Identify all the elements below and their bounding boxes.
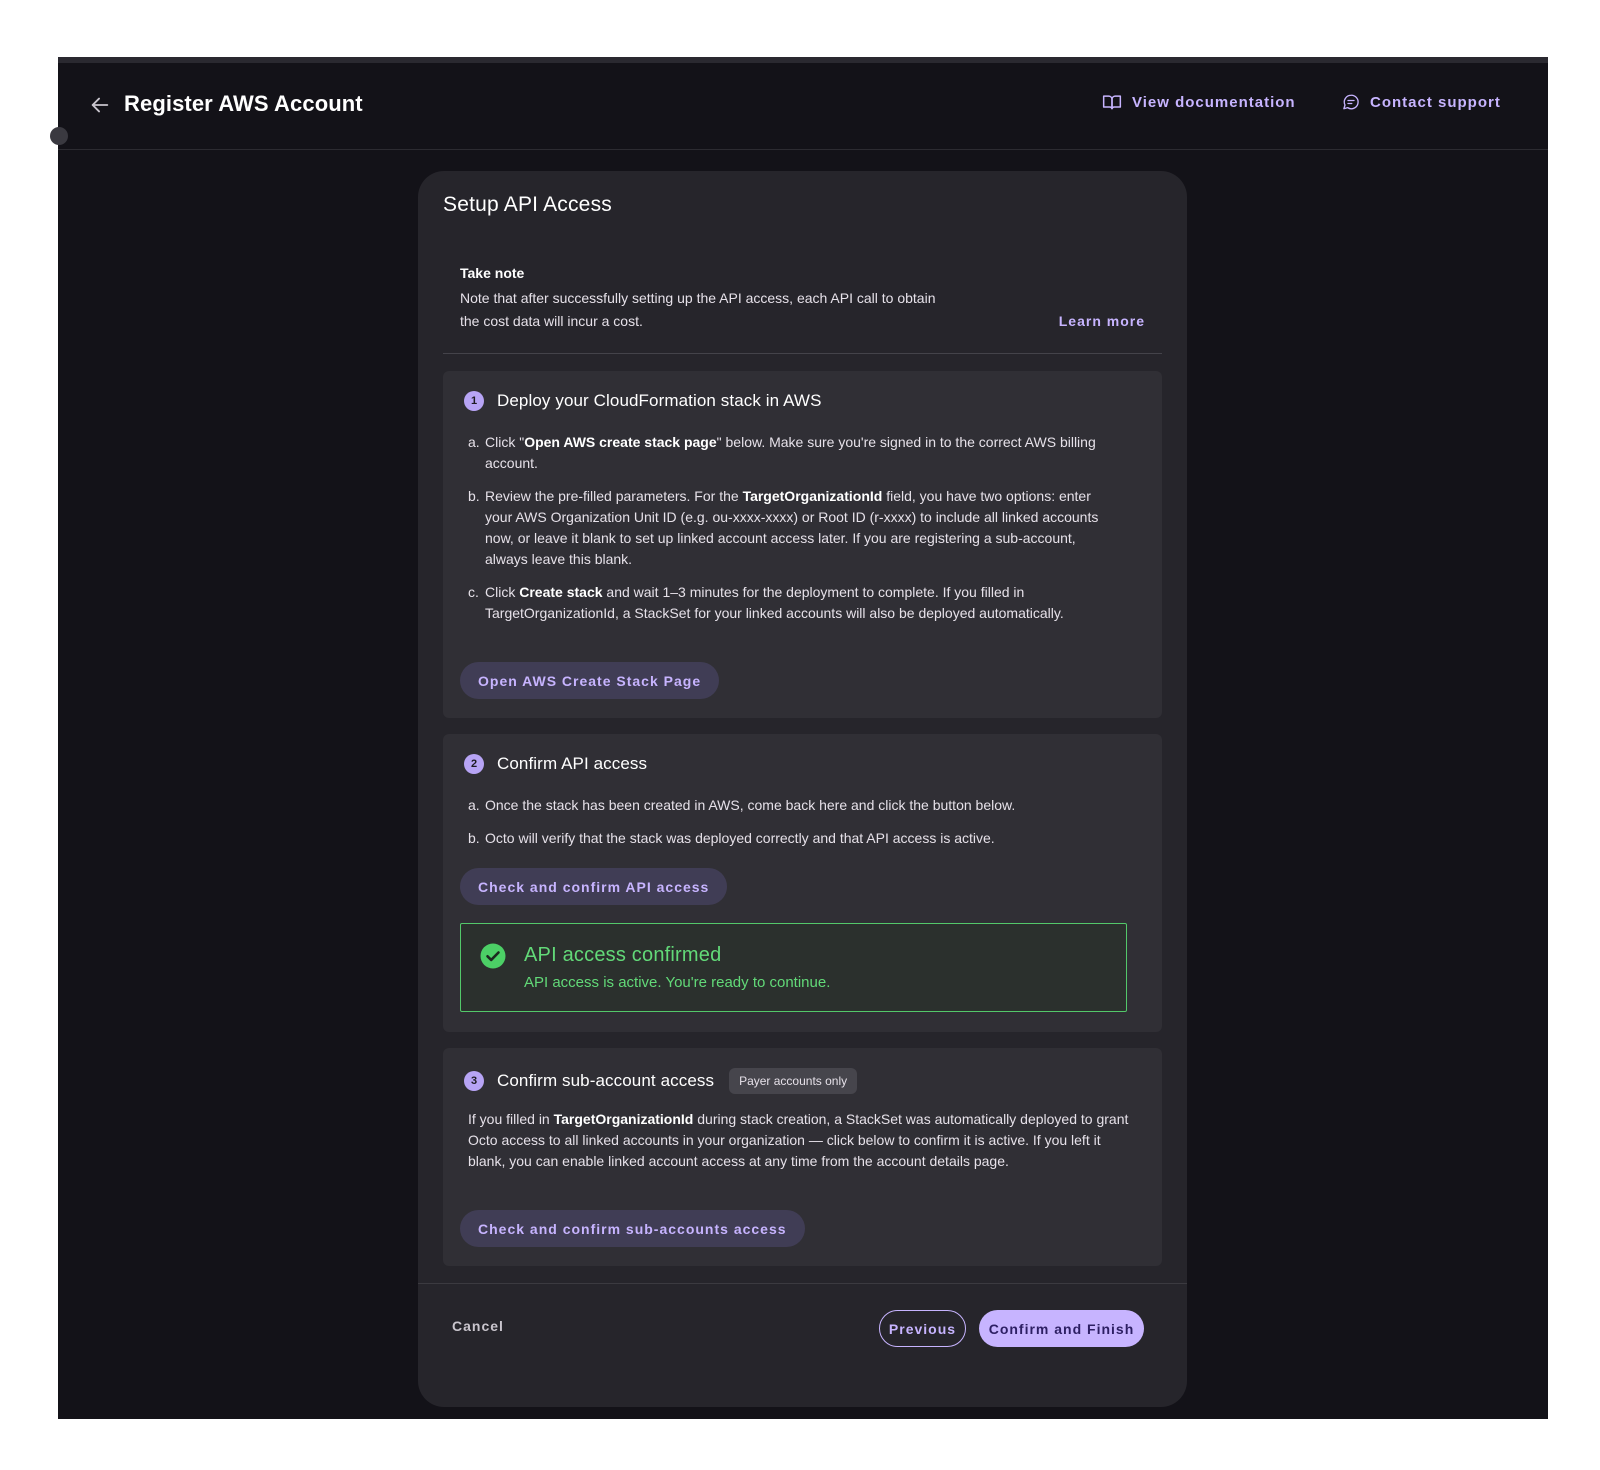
step-header: 2 Confirm API access: [464, 754, 647, 774]
view-documentation-label: View documentation: [1132, 93, 1296, 111]
alert-message: API access is active. You're ready to co…: [524, 974, 831, 991]
step-number-badge: 2: [464, 754, 484, 774]
step-confirm-api-access: 2 Confirm API access a. Once the stack ha…: [443, 734, 1162, 1032]
text-segment: Review the pre-filled parameters. For th…: [485, 488, 743, 504]
bold-segment: Open AWS create stack page: [524, 434, 717, 450]
check-api-access-button[interactable]: Check and confirm API access: [460, 868, 728, 905]
check-circle-icon: [480, 943, 506, 969]
text-segment: Octo will verify that the stack was depl…: [485, 830, 995, 846]
payer-accounts-badge: Payer accounts only: [729, 1068, 858, 1094]
back-button[interactable]: [84, 89, 116, 121]
step-instructions: a. Click "Open AWS create stack page" bel…: [468, 432, 1108, 636]
sidebar-toggle-handle[interactable]: [50, 127, 68, 145]
step-title: Confirm sub-account access: [497, 1071, 715, 1090]
alert-title: API access confirmed: [524, 944, 722, 966]
book-icon: [1102, 95, 1122, 110]
step-header: 3 Confirm sub-account access Payer accou…: [464, 1068, 858, 1094]
step-header: 1 Deploy your CloudFormation stack in AW…: [464, 391, 822, 411]
list-marker: c.: [468, 584, 479, 600]
list-marker: a.: [468, 797, 480, 813]
step-deploy-stack: 1 Deploy your CloudFormation stack in AW…: [443, 371, 1162, 718]
chat-bubble-icon: [1343, 94, 1359, 110]
text-segment: Once the stack has been created in AWS, …: [485, 797, 1016, 813]
app-window: Register AWS Account View documentation …: [50, 57, 1548, 1419]
confirm-and-finish-button[interactable]: Confirm and Finish: [979, 1310, 1144, 1347]
step-title: Confirm API access: [497, 754, 648, 773]
bold-segment: TargetOrganizationId: [742, 488, 883, 504]
step-description: If you filled in TargetOrganizationId du…: [468, 1109, 1138, 1172]
contact-support-link[interactable]: Contact support: [1342, 93, 1501, 111]
step-number-badge: 3: [464, 1071, 484, 1091]
cancel-button[interactable]: Cancel: [452, 1318, 504, 1334]
contact-support-label: Contact support: [1370, 93, 1501, 111]
bold-segment: TargetOrganizationId: [553, 1111, 694, 1127]
check-sub-accounts-button[interactable]: Check and confirm sub-accounts access: [460, 1210, 805, 1247]
list-item: c. Click Create stack and wait 1–3 minute…: [468, 582, 1108, 624]
page-title: Register AWS Account: [124, 91, 363, 116]
text-segment: Click: [485, 584, 520, 600]
step-number-badge: 1: [464, 391, 484, 411]
step-title: Deploy your CloudFormation stack in AWS: [497, 391, 822, 410]
top-bar: Register AWS Account View documentation …: [50, 63, 1548, 150]
text-segment: If you filled in: [468, 1111, 554, 1127]
note-heading: Take note: [460, 265, 525, 281]
step-instructions: a. Once the stack has been created in AWS…: [468, 795, 1108, 861]
setup-card: Setup API Access Take note Note that aft…: [418, 171, 1187, 1407]
learn-more-link[interactable]: Learn more: [1059, 313, 1145, 329]
list-marker: a.: [468, 434, 480, 450]
list-item: b. Review the pre-filled parameters. For …: [468, 486, 1108, 570]
bold-segment: Create stack: [519, 584, 603, 600]
card-title: Setup API Access: [443, 193, 612, 216]
api-confirmed-alert: API access confirmed API access is activ…: [460, 923, 1127, 1012]
list-item: a. Click "Open AWS create stack page" bel…: [468, 432, 1108, 474]
view-documentation-link[interactable]: View documentation: [1102, 93, 1296, 111]
card-footer: Cancel Previous Confirm and Finish: [418, 1283, 1187, 1407]
open-aws-create-stack-button[interactable]: Open AWS Create Stack Page: [460, 662, 720, 699]
text-segment: Click ": [485, 434, 525, 450]
previous-button[interactable]: Previous: [879, 1310, 966, 1347]
list-marker: b.: [468, 488, 480, 504]
list-marker: b.: [468, 830, 480, 846]
note-text: Note that after successfully setting up …: [460, 290, 936, 329]
list-item: b. Octo will verify that the stack was de…: [468, 828, 1108, 849]
list-item: a. Once the stack has been created in AWS…: [468, 795, 1108, 816]
arrow-left-icon: [91, 97, 109, 113]
step-confirm-sub-account-access: 3 Confirm sub-account access Payer accou…: [443, 1048, 1162, 1266]
take-note-section: Take note Note that after successfully s…: [443, 261, 1162, 354]
